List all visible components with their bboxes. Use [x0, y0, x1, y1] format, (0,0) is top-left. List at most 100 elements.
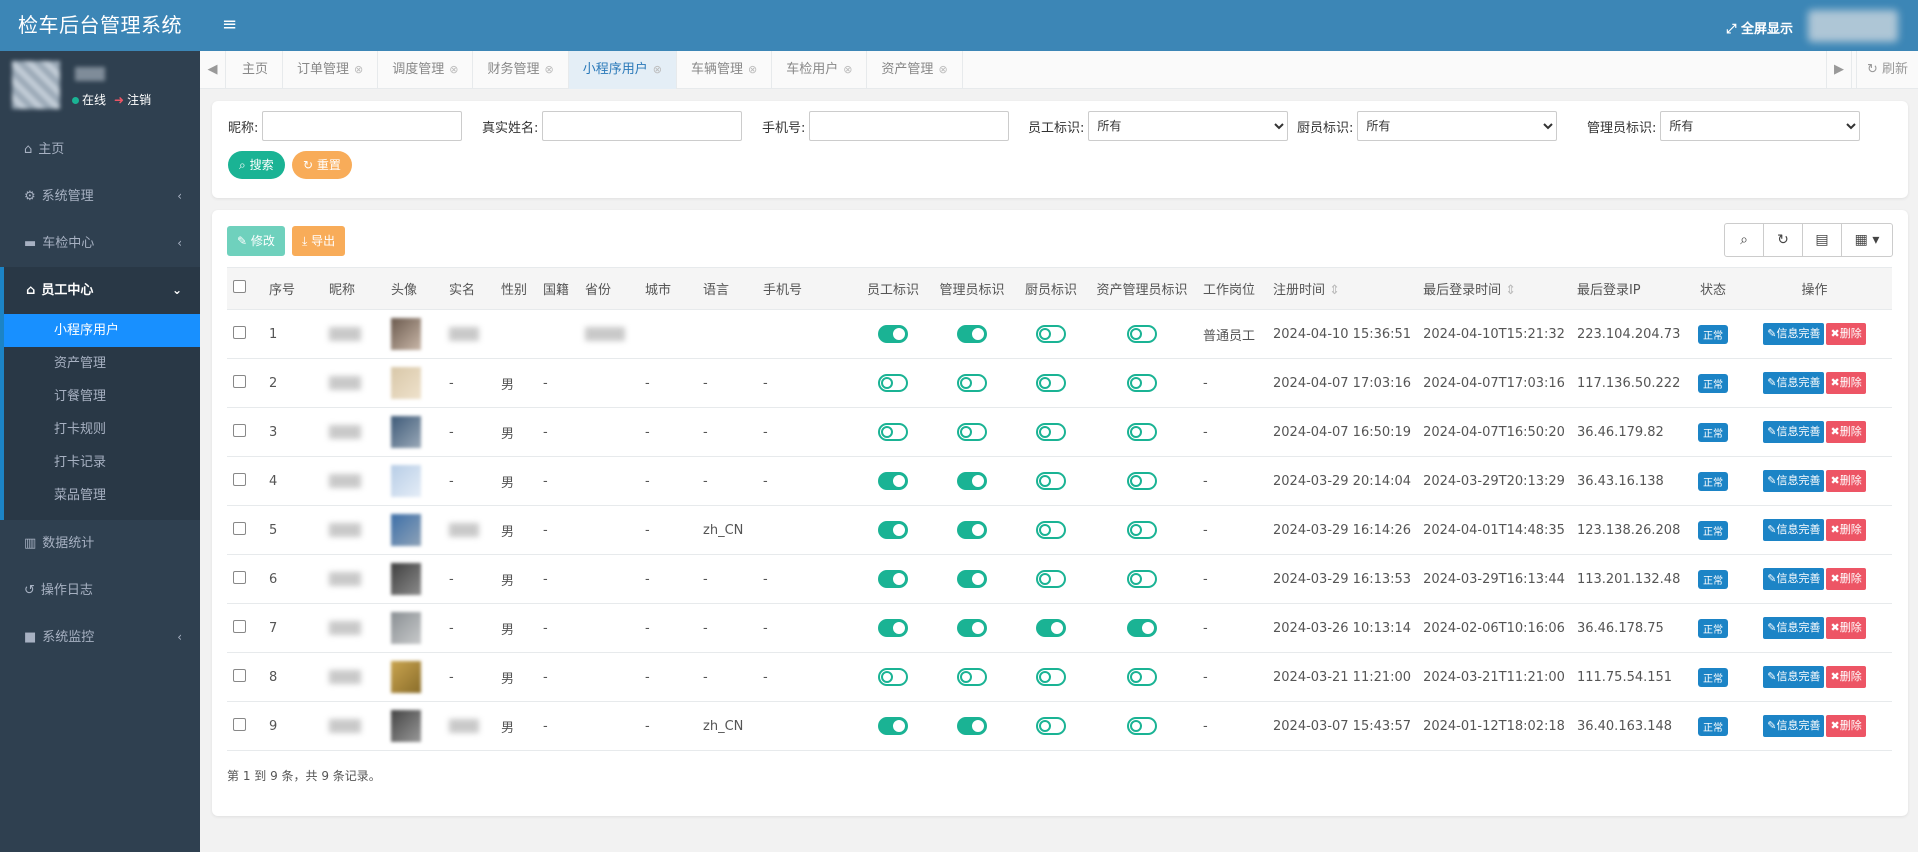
sidebar-item-car-center[interactable]: ▬ 车检中心 ‹	[0, 220, 200, 267]
admin-flag-toggle[interactable]	[957, 521, 987, 539]
close-icon[interactable]: ⊗	[653, 63, 662, 76]
delete-button[interactable]: ✖删除	[1826, 666, 1866, 688]
complete-info-button[interactable]: ✎信息完善	[1763, 323, 1825, 345]
row-checkbox[interactable]	[233, 472, 246, 486]
row-checkbox[interactable]	[233, 423, 246, 437]
complete-info-button[interactable]: ✎信息完善	[1763, 421, 1825, 443]
cook-flag-toggle[interactable]	[1036, 325, 1066, 343]
sidebar-item-assets[interactable]: 资产管理	[4, 347, 200, 380]
sidebar-item-logs[interactable]: ↺ 操作日志	[0, 567, 200, 614]
cook-flag-toggle[interactable]	[1036, 472, 1066, 490]
asset-admin-flag-toggle[interactable]	[1127, 374, 1157, 392]
user-avatar-image[interactable]	[391, 514, 421, 546]
tab-dispatch[interactable]: 调度管理 ⊗	[378, 51, 474, 89]
sidebar-item-home[interactable]: ⌂ 主页	[0, 126, 200, 173]
user-avatar-image[interactable]	[391, 563, 421, 595]
sidebar-item-system[interactable]: ⚙ 系统管理 ‹	[0, 173, 200, 220]
cook-flag-toggle[interactable]	[1036, 423, 1066, 441]
employee-flag-toggle[interactable]	[878, 423, 908, 441]
employee-flag-select[interactable]: 所有	[1088, 111, 1289, 141]
fullscreen-button[interactable]: ⤢ 全屏显示	[1726, 18, 1793, 37]
employee-flag-toggle[interactable]	[878, 325, 908, 343]
table-search-icon[interactable]: ⌕	[1724, 223, 1764, 257]
admin-flag-toggle[interactable]	[957, 619, 987, 637]
cook-flag-toggle[interactable]	[1036, 619, 1066, 637]
asset-admin-flag-toggle[interactable]	[1127, 668, 1157, 686]
delete-button[interactable]: ✖删除	[1826, 519, 1866, 541]
tab-miniapp-users[interactable]: 小程序用户 ⊗	[568, 51, 677, 89]
user-avatar-image[interactable]	[391, 416, 421, 448]
avatar[interactable]	[12, 61, 60, 109]
tab-assets[interactable]: 资产管理 ⊗	[867, 51, 963, 89]
tab-scroll-right-icon[interactable]: ▶	[1826, 51, 1852, 89]
sidebar-item-meal-order[interactable]: 订餐管理	[4, 380, 200, 413]
sidebar-item-miniapp-users[interactable]: 小程序用户	[4, 314, 200, 347]
employee-flag-toggle[interactable]	[878, 668, 908, 686]
asset-admin-flag-toggle[interactable]	[1127, 570, 1157, 588]
export-button[interactable]: ⤓ 导出	[292, 226, 346, 256]
complete-info-button[interactable]: ✎信息完善	[1763, 372, 1825, 394]
complete-info-button[interactable]: ✎信息完善	[1763, 715, 1825, 737]
sidebar-item-clock-records[interactable]: 打卡记录	[4, 446, 200, 479]
close-icon[interactable]: ⊗	[449, 63, 458, 76]
nickname-input[interactable]	[262, 111, 463, 141]
realname-input[interactable]	[542, 111, 743, 141]
asset-admin-flag-toggle[interactable]	[1127, 619, 1157, 637]
user-avatar-image[interactable]	[391, 612, 421, 644]
employee-flag-toggle[interactable]	[878, 374, 908, 392]
tab-inspection-users[interactable]: 车检用户 ⊗	[772, 51, 868, 89]
tab-vehicles[interactable]: 车辆管理 ⊗	[677, 51, 773, 89]
delete-button[interactable]: ✖删除	[1826, 421, 1866, 443]
close-icon[interactable]: ⊗	[545, 63, 554, 76]
table-toggle-view-icon[interactable]: ▤	[1802, 223, 1842, 257]
asset-admin-flag-toggle[interactable]	[1127, 423, 1157, 441]
delete-button[interactable]: ✖删除	[1826, 617, 1866, 639]
row-checkbox[interactable]	[233, 668, 246, 682]
sidebar-item-clock-rules[interactable]: 打卡规则	[4, 413, 200, 446]
row-checkbox[interactable]	[233, 374, 246, 388]
employee-flag-toggle[interactable]	[878, 472, 908, 490]
asset-admin-flag-toggle[interactable]	[1127, 325, 1157, 343]
admin-flag-toggle[interactable]	[957, 668, 987, 686]
complete-info-button[interactable]: ✎信息完善	[1763, 666, 1825, 688]
close-icon[interactable]: ⊗	[354, 63, 363, 76]
employee-flag-toggle[interactable]	[878, 521, 908, 539]
admin-flag-toggle[interactable]	[957, 717, 987, 735]
sidebar-item-dishes[interactable]: 菜品管理	[4, 479, 200, 512]
admin-flag-toggle[interactable]	[957, 472, 987, 490]
delete-button[interactable]: ✖删除	[1826, 372, 1866, 394]
sidebar-item-monitor[interactable]: ■ 系统监控 ‹	[0, 614, 200, 661]
complete-info-button[interactable]: ✎信息完善	[1763, 617, 1825, 639]
phone-input[interactable]	[809, 111, 1010, 141]
cook-flag-select[interactable]: 所有	[1357, 111, 1558, 141]
cook-flag-toggle[interactable]	[1036, 374, 1066, 392]
delete-button[interactable]: ✖删除	[1826, 568, 1866, 590]
employee-flag-toggle[interactable]	[878, 619, 908, 637]
columns-menu-icon[interactable]: ▦ ▾	[1841, 223, 1893, 257]
asset-admin-flag-toggle[interactable]	[1127, 472, 1157, 490]
complete-info-button[interactable]: ✎信息完善	[1763, 519, 1825, 541]
edit-button[interactable]: ✎ 修改	[227, 226, 285, 256]
complete-info-button[interactable]: ✎信息完善	[1763, 568, 1825, 590]
reset-button[interactable]: ↻ 重置	[292, 151, 352, 179]
cook-flag-toggle[interactable]	[1036, 521, 1066, 539]
complete-info-button[interactable]: ✎信息完善	[1763, 470, 1825, 492]
close-icon[interactable]: ⊗	[748, 63, 757, 76]
employee-flag-toggle[interactable]	[878, 717, 908, 735]
logout-link[interactable]: ➜ 注销	[114, 91, 151, 108]
row-checkbox[interactable]	[233, 325, 246, 339]
delete-button[interactable]: ✖删除	[1826, 470, 1866, 492]
search-button[interactable]: ⌕ 搜索	[228, 151, 285, 179]
user-menu[interactable]	[1808, 10, 1898, 42]
close-icon[interactable]: ⊗	[938, 63, 947, 76]
tab-home[interactable]: 主页	[228, 51, 284, 89]
user-avatar-image[interactable]	[391, 367, 421, 399]
delete-button[interactable]: ✖删除	[1826, 715, 1866, 737]
select-all-checkbox[interactable]	[233, 280, 246, 293]
admin-flag-toggle[interactable]	[957, 570, 987, 588]
user-avatar-image[interactable]	[391, 661, 421, 693]
user-avatar-image[interactable]	[391, 318, 421, 350]
row-checkbox[interactable]	[233, 619, 246, 633]
col-header-sortable[interactable]: 最后登录时间 ⇕	[1417, 267, 1571, 310]
close-icon[interactable]: ⊗	[843, 63, 852, 76]
